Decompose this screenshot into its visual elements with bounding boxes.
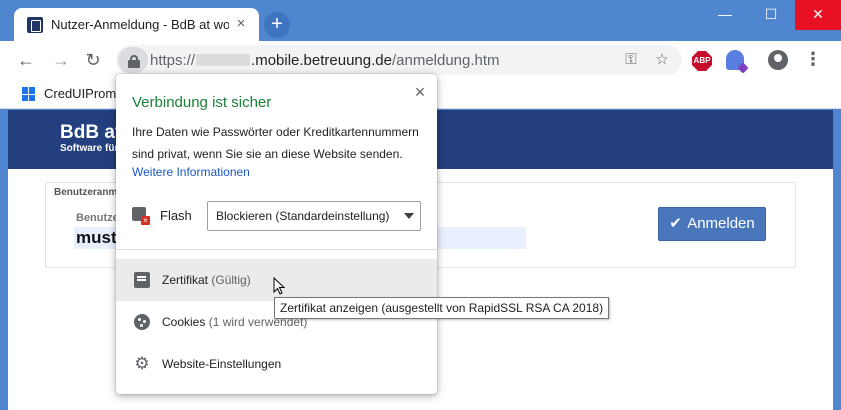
window-close-button[interactable]: ✕ — [795, 0, 841, 30]
adblock-extension-icon[interactable]: ABP — [692, 51, 712, 71]
login-button-label: Anmelden — [687, 215, 755, 232]
site-subtitle: Software für — [60, 143, 119, 154]
url-host: .mobile.betreuung.de — [251, 52, 392, 69]
site-info-popup: Verbindung ist sicher × Ihre Daten wie P… — [116, 74, 437, 394]
browser-tab[interactable]: Nutzer-Anmeldung - BdB at work × — [14, 8, 259, 41]
certificate-icon — [134, 272, 150, 288]
popup-close-icon[interactable]: × — [410, 82, 430, 102]
plugin-blocked-icon: × — [132, 207, 150, 225]
windows-logo-icon — [22, 87, 36, 101]
username-label: Benutze — [76, 212, 119, 224]
profile-avatar-icon[interactable] — [768, 50, 788, 70]
browser-menu-icon[interactable]: ⋮ — [804, 50, 822, 70]
new-tab-button[interactable]: + — [264, 12, 290, 38]
lock-icon — [128, 55, 140, 68]
browser-window: Nutzer-Anmeldung - BdB at work × + — ☐ ✕… — [0, 0, 841, 410]
certificate-tooltip: Zertifikat anzeigen (ausgestellt von Rap… — [274, 297, 610, 319]
connection-secure-title: Verbindung ist sicher — [132, 94, 272, 111]
certificate-label: Zertifikat (Gültig) — [162, 273, 251, 287]
login-button[interactable]: ✔ Anmelden — [658, 207, 766, 241]
flash-permission-value: Blockieren (Standardeinstellung) — [216, 209, 390, 223]
popup-description: Ihre Daten wie Passwörter oder Kreditkar… — [132, 125, 419, 161]
login-legend: Benutzeranm — [54, 187, 118, 198]
site-settings-row[interactable]: ⚙ Website-Einstellungen — [116, 343, 437, 385]
minimize-button[interactable]: — — [702, 0, 748, 30]
site-settings-label: Website-Einstellungen — [162, 357, 282, 371]
tab-close-icon[interactable]: × — [233, 16, 249, 32]
popup-divider — [116, 249, 437, 250]
ghostery-extension-icon[interactable] — [726, 50, 744, 70]
reload-icon[interactable]: ↻ — [83, 50, 103, 70]
address-bar[interactable]: https:// .mobile.betreuung.de/anmeldung.h… — [116, 45, 682, 75]
check-icon: ✔ — [669, 215, 682, 232]
flash-permission-select[interactable]: Blockieren (Standardeinstellung) — [207, 201, 421, 231]
site-favicon-icon — [27, 17, 43, 33]
gear-icon: ⚙ — [134, 354, 150, 373]
bookmark-item[interactable]: CredUIPromp — [44, 86, 123, 101]
forward-icon[interactable]: → — [51, 50, 71, 70]
bookmark-star-icon[interactable]: ☆ — [653, 51, 671, 69]
dropdown-caret-icon — [404, 213, 414, 219]
url-scheme: https:// — [150, 52, 196, 69]
maximize-button[interactable]: ☐ — [748, 0, 794, 30]
tab-title: Nutzer-Anmeldung - BdB at work — [51, 17, 229, 32]
url-text[interactable]: https:// .mobile.betreuung.de/anmeldung.h… — [150, 52, 500, 69]
url-path: /anmeldung.htm — [391, 52, 500, 69]
title-bar: Nutzer-Anmeldung - BdB at work × + — ☐ ✕ — [0, 0, 841, 41]
url-redaction — [196, 54, 251, 66]
key-icon[interactable]: ⚿ — [622, 51, 640, 69]
back-icon[interactable]: ← — [16, 50, 36, 70]
more-info-link[interactable]: Weitere Informationen — [132, 165, 250, 179]
site-title: BdB at — [60, 122, 122, 143]
site-info-button[interactable] — [118, 47, 148, 73]
cookie-icon — [134, 314, 150, 330]
flash-permission-label: Flash — [160, 208, 192, 223]
mouse-pointer-icon — [273, 277, 286, 295]
